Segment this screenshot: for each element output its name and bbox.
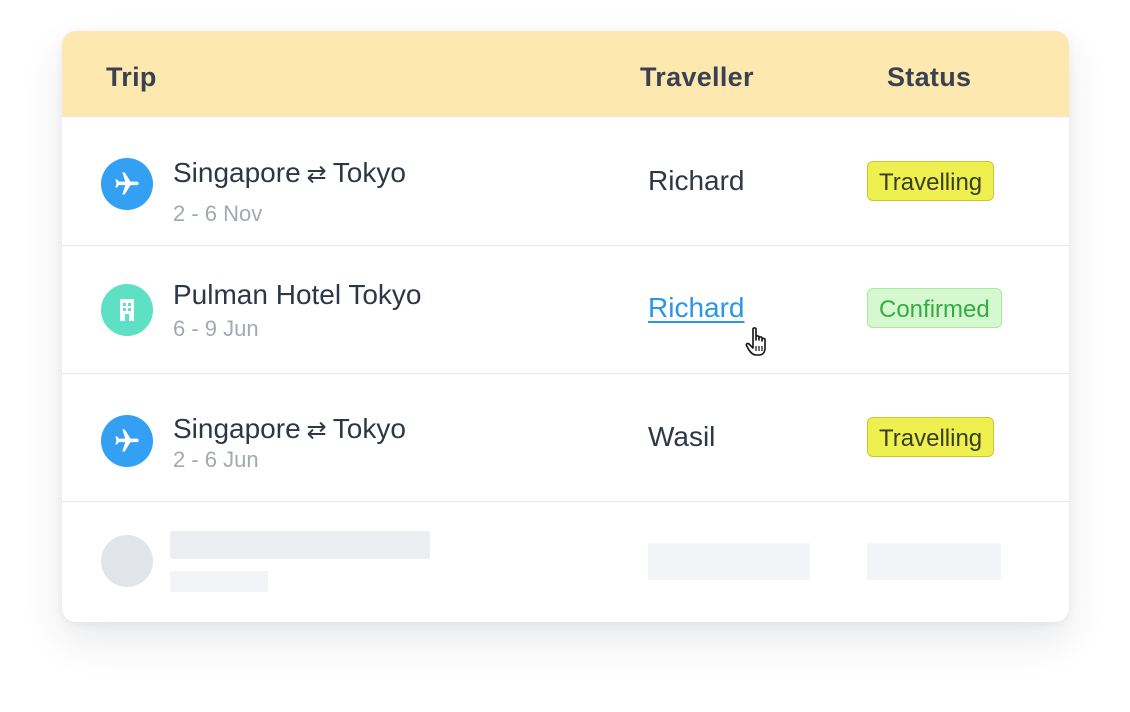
trip-dates: 6 - 9 Jun [173, 316, 259, 341]
hotel-building-icon [101, 284, 153, 336]
table-row[interactable]: Singapore ⇄ Tokyo 2 - 6 Jun Wasil Travelli… [62, 373, 1069, 502]
status-badge: Confirmed [867, 288, 1002, 328]
status-badge: Travelling [867, 417, 995, 457]
skeleton-date-bar [170, 571, 268, 592]
traveller-name: Richard [648, 165, 745, 196]
traveller-name-link[interactable]: Richard [648, 292, 744, 324]
trip-dates: 2 - 6 Nov [173, 201, 263, 226]
table-row[interactable]: Singapore ⇄ Tokyo 2 - 6 Nov Richard Travel… [62, 117, 1069, 246]
traveller-name: Wasil [648, 421, 716, 452]
trip-title: Pulman Hotel Tokyo [173, 279, 422, 310]
trip-dates: 2 - 6 Jun [173, 447, 259, 472]
loading-skeleton-row [62, 501, 1069, 622]
table-header: Trip Traveller Status [62, 31, 1069, 117]
pointing-hand-cursor-icon [745, 326, 775, 360]
trips-table-card: Trip Traveller Status Singapore ⇄ Tokyo 2 … [62, 31, 1069, 622]
column-header-traveller[interactable]: Traveller [640, 31, 754, 116]
round-trip-arrows-icon: ⇄ [306, 161, 327, 188]
column-header-status[interactable]: Status [887, 31, 971, 116]
trip-title: Singapore ⇄ Tokyo [173, 157, 406, 189]
trip-title: Singapore ⇄ Tokyo [173, 413, 406, 445]
placeholder-avatar [101, 535, 153, 587]
airplane-icon [101, 158, 153, 210]
trip-destination: Tokyo [332, 413, 406, 444]
table-row[interactable]: Pulman Hotel Tokyo 6 - 9 Jun Richard Con… [62, 245, 1069, 374]
trip-destination: Tokyo [332, 157, 406, 188]
status-badge: Travelling [867, 161, 995, 201]
column-header-trip[interactable]: Trip [106, 31, 157, 116]
skeleton-title-bar [170, 531, 430, 559]
trip-origin: Singapore [173, 157, 301, 188]
airplane-icon [101, 415, 153, 467]
round-trip-arrows-icon: ⇄ [306, 417, 327, 444]
skeleton-status-bar [867, 543, 1001, 580]
skeleton-traveller-bar [648, 543, 810, 580]
trip-origin: Singapore [173, 413, 301, 444]
